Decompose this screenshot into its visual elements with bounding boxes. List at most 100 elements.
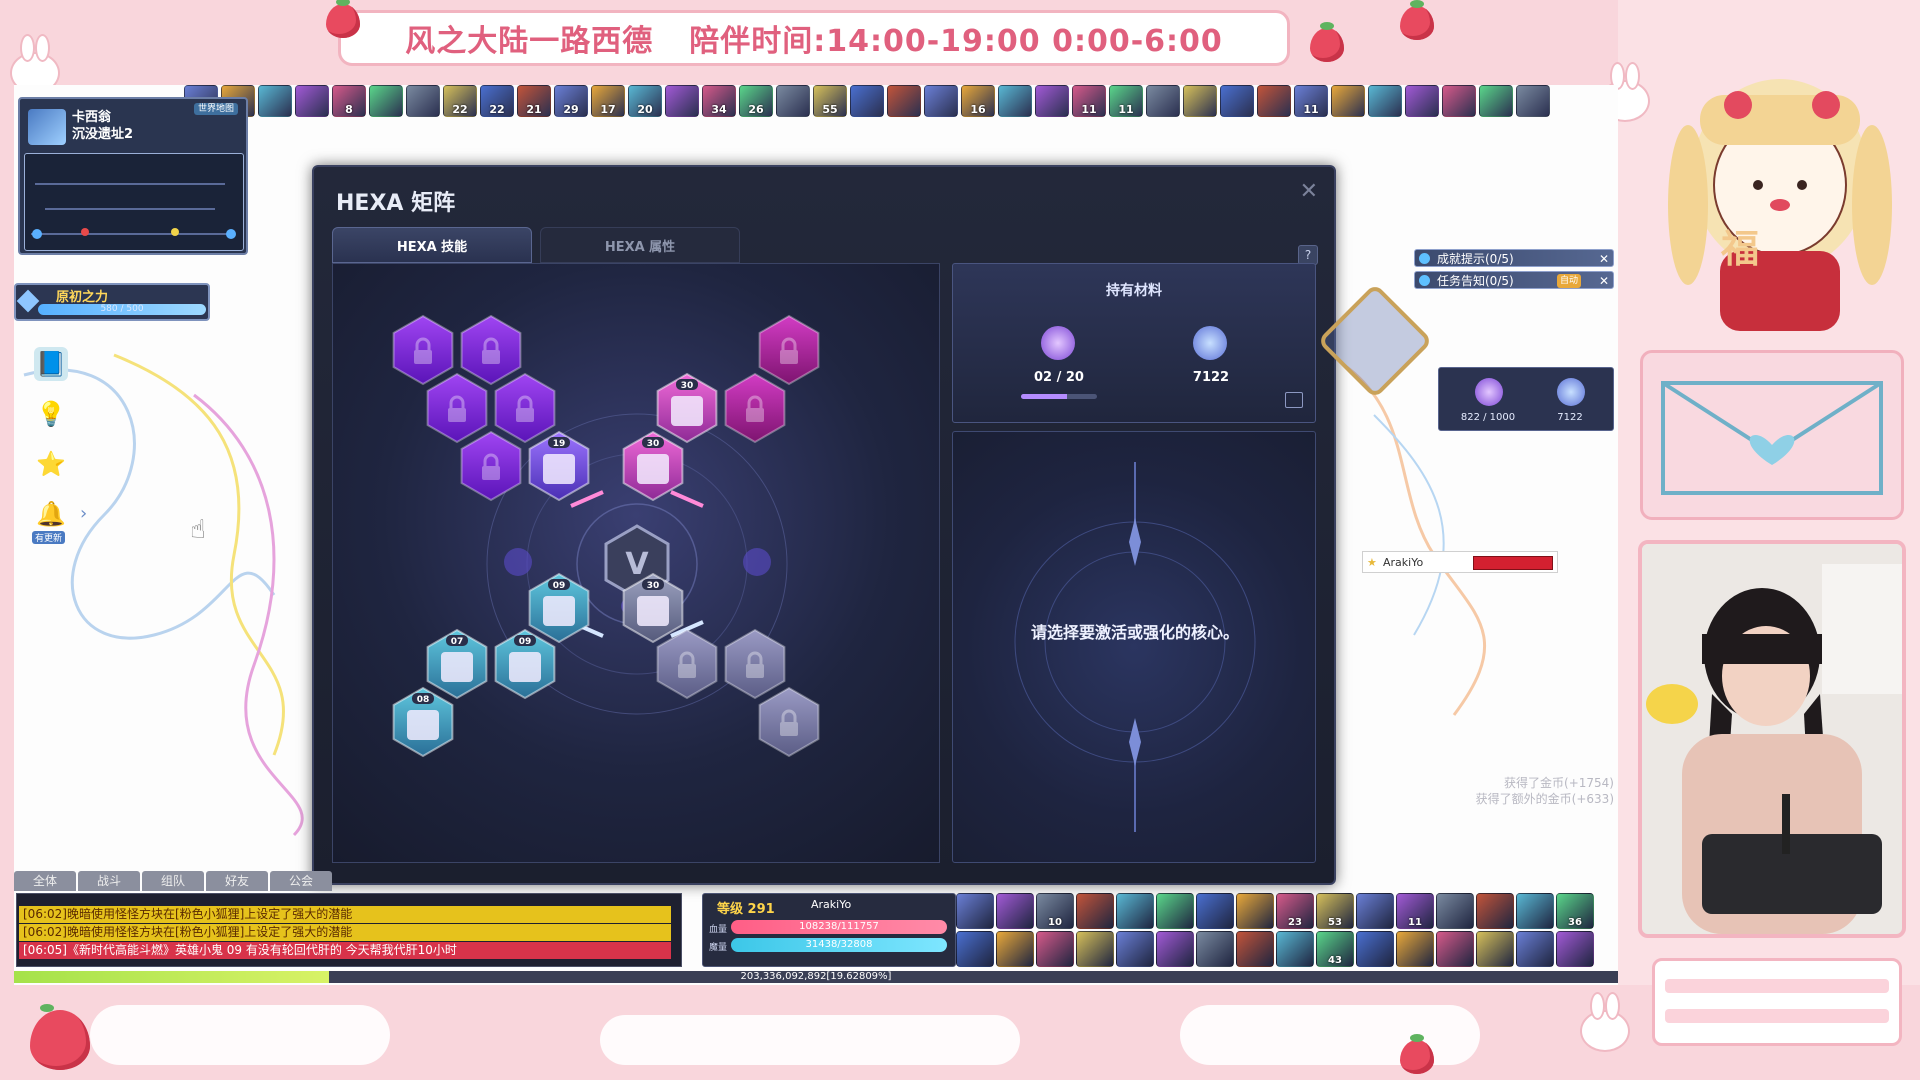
buff-icon[interactable]	[1220, 85, 1254, 117]
chat-tab-all[interactable]: 全体	[14, 871, 76, 891]
skill-slot[interactable]	[1516, 931, 1554, 967]
skill-slot[interactable]	[1556, 931, 1594, 967]
chat-tab-guild[interactable]: 公会	[270, 871, 332, 891]
skill-slot[interactable]: 23	[1276, 893, 1314, 929]
buff-icon[interactable]	[406, 85, 440, 117]
skill-slot[interactable]	[1356, 931, 1394, 967]
quick-slot-bar[interactable]: 10 23 53 11 36 43	[956, 893, 1618, 969]
skill-slot[interactable]: 10	[1036, 893, 1074, 929]
skill-slot[interactable]	[956, 893, 994, 929]
locked-core-slot[interactable]	[758, 314, 820, 386]
quest-tracker[interactable]: 任务告知(0/5) 自动 ✕	[1414, 271, 1614, 289]
buff-icon[interactable]	[258, 85, 292, 117]
buff-icon[interactable]: 17	[591, 85, 625, 117]
chat-tab-party[interactable]: 组队	[142, 871, 204, 891]
buff-icon[interactable]	[1368, 85, 1402, 117]
guide-book-icon[interactable]: 📘	[34, 347, 68, 381]
skill-slot[interactable]: 43	[1316, 931, 1354, 967]
buff-icon[interactable]	[1146, 85, 1180, 117]
skill-slot[interactable]	[956, 931, 994, 967]
buff-icon[interactable]: 21	[517, 85, 551, 117]
hexa-core[interactable]: 08	[392, 686, 454, 758]
buff-icon[interactable]	[1516, 85, 1550, 117]
game-viewport[interactable]: 29822222129172034265516111111 卡西翁 沉没遗址2 …	[14, 85, 1618, 985]
skill-slot[interactable]	[1276, 931, 1314, 967]
buff-icon[interactable]	[295, 85, 329, 117]
skill-slot[interactable]	[1116, 893, 1154, 929]
buff-icon[interactable]: 55	[813, 85, 847, 117]
buff-icon[interactable]	[1405, 85, 1439, 117]
skill-slot[interactable]	[1236, 931, 1274, 967]
skill-slot[interactable]	[1436, 931, 1474, 967]
tab-hexa-skills[interactable]: HEXA 技能	[332, 227, 532, 263]
locked-core-slot[interactable]	[460, 314, 522, 386]
buff-icon[interactable]	[1257, 85, 1291, 117]
buff-icon[interactable]: 11	[1109, 85, 1143, 117]
buff-icon[interactable]: 20	[628, 85, 662, 117]
buff-icon[interactable]: 34	[702, 85, 736, 117]
hexa-core[interactable]: 30	[622, 430, 684, 502]
locked-core-slot[interactable]	[724, 372, 786, 444]
buff-icon[interactable]: 22	[443, 85, 477, 117]
skill-slot[interactable]	[1076, 931, 1114, 967]
buff-icon[interactable]	[1331, 85, 1365, 117]
locked-core-slot[interactable]	[426, 372, 488, 444]
skill-slot[interactable]	[1076, 893, 1114, 929]
skill-slot[interactable]	[996, 893, 1034, 929]
minimap-view[interactable]	[24, 153, 244, 251]
buff-icon[interactable]: 8	[332, 85, 366, 117]
buff-icon[interactable]	[887, 85, 921, 117]
buff-icon[interactable]	[1183, 85, 1217, 117]
skill-slot[interactable]	[1236, 893, 1274, 929]
buff-icon[interactable]	[776, 85, 810, 117]
close-icon[interactable]: ✕	[1599, 272, 1609, 290]
skill-slot[interactable]: 53	[1316, 893, 1354, 929]
locked-core-slot[interactable]	[460, 430, 522, 502]
locked-core-slot[interactable]	[758, 686, 820, 758]
expand-icon[interactable]	[1285, 392, 1303, 408]
chat-tab-battle[interactable]: 战斗	[78, 871, 140, 891]
skill-slot[interactable]	[1396, 931, 1434, 967]
skill-slot[interactable]	[1156, 893, 1194, 929]
hexa-core[interactable]: 09	[528, 572, 590, 644]
star-icon[interactable]: ⭐	[34, 447, 68, 481]
locked-core-slot[interactable]	[724, 628, 786, 700]
lightbulb-icon[interactable]: 💡	[34, 397, 68, 431]
close-icon[interactable]: ✕	[1300, 179, 1318, 204]
buff-icon[interactable]	[1442, 85, 1476, 117]
buff-icon[interactable]: 16	[961, 85, 995, 117]
minimap[interactable]: 卡西翁 沉没遗址2 世界地图	[18, 97, 248, 255]
chevron-right-icon[interactable]: ›	[80, 503, 87, 524]
chat-window[interactable]: [06:02]晚暗使用怪怪方块在[粉色小狐狸]上设定了强大的潜能 [06:02]…	[16, 893, 682, 967]
buff-icon[interactable]	[665, 85, 699, 117]
buff-icon[interactable]	[998, 85, 1032, 117]
buff-icon[interactable]: 11	[1072, 85, 1106, 117]
locked-core-slot[interactable]	[392, 314, 454, 386]
world-map-button[interactable]: 世界地图	[193, 103, 238, 115]
skill-slot[interactable]: 11	[1396, 893, 1434, 929]
skill-slot[interactable]: 36	[1556, 893, 1594, 929]
buff-icon[interactable]	[1035, 85, 1069, 117]
skill-slot[interactable]	[1356, 893, 1394, 929]
skill-slot[interactable]	[1516, 893, 1554, 929]
buff-icon[interactable]: 26	[739, 85, 773, 117]
tab-hexa-stats[interactable]: HEXA 属性	[540, 227, 740, 263]
locked-core-slot[interactable]	[494, 372, 556, 444]
buff-icon[interactable]: 11	[1294, 85, 1328, 117]
bell-icon[interactable]: 🔔	[34, 497, 68, 531]
skill-slot[interactable]	[1196, 931, 1234, 967]
buff-icon[interactable]	[850, 85, 884, 117]
skill-slot[interactable]	[996, 931, 1034, 967]
hexa-core[interactable]: 19	[528, 430, 590, 502]
locked-core-slot[interactable]	[656, 628, 718, 700]
skill-slot[interactable]	[1436, 893, 1474, 929]
achievement-tracker[interactable]: 成就提示(0/5) ✕	[1414, 249, 1614, 267]
hexa-core-board[interactable]: V 30 19 30 09 30 07 09 08	[332, 263, 940, 863]
buff-icon[interactable]: 29	[554, 85, 588, 117]
hexa-core[interactable]: 09	[494, 628, 556, 700]
skill-slot[interactable]	[1196, 893, 1234, 929]
close-icon[interactable]: ✕	[1599, 250, 1609, 268]
chat-tab-friends[interactable]: 好友	[206, 871, 268, 891]
buff-icon[interactable]	[1479, 85, 1513, 117]
hexa-core[interactable]: 07	[426, 628, 488, 700]
